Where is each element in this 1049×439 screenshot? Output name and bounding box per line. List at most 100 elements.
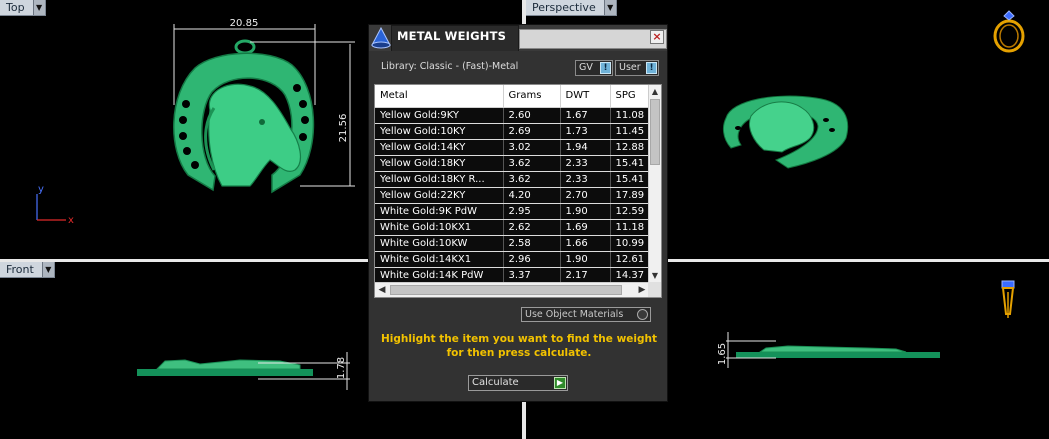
- use-object-materials-button[interactable]: Use Object Materials: [521, 307, 651, 322]
- viewport-label-text: Perspective: [532, 1, 596, 14]
- scroll-left-icon[interactable]: ◀: [375, 283, 389, 297]
- play-icon: ▶: [554, 377, 566, 389]
- column-header-dwt[interactable]: DWT: [560, 85, 611, 108]
- width-dimension: 20.85: [230, 18, 259, 29]
- info-icon: !: [646, 62, 657, 74]
- front-relief: [155, 359, 301, 370]
- scroll-thumb[interactable]: [390, 285, 622, 295]
- user-toggle[interactable]: User !: [615, 60, 659, 76]
- instruction-text: Highlight the item you want to find the …: [381, 333, 657, 359]
- dialog-title: METAL WEIGHTS: [397, 29, 507, 43]
- chevron-down-icon[interactable]: ▼: [41, 262, 54, 277]
- scroll-up-icon[interactable]: ▲: [649, 85, 661, 98]
- cell-metal: White Gold:9K PdW: [375, 203, 504, 220]
- cell-grams: 2.95: [503, 203, 561, 220]
- gv-toggle[interactable]: GV !: [575, 60, 613, 76]
- column-header-metal[interactable]: Metal: [375, 85, 504, 108]
- cell-metal: White Gold:10KW: [375, 235, 504, 252]
- ring-icon[interactable]: [993, 10, 1025, 53]
- cell-dwt: 1.73: [560, 123, 611, 140]
- radio-icon[interactable]: [637, 309, 648, 320]
- cell-spg: 12.61: [610, 251, 651, 268]
- scroll-right-icon[interactable]: ▶: [635, 283, 649, 297]
- cell-grams: 3.62: [503, 171, 561, 188]
- table-row[interactable]: White Gold:10KX1 2.62 1.69 11.18: [375, 219, 651, 236]
- viewport-label-perspective[interactable]: Perspective ▼: [526, 0, 617, 16]
- chevron-down-icon[interactable]: ▼: [32, 0, 45, 15]
- cell-dwt: 2.33: [560, 171, 611, 188]
- axis-y-label: y: [38, 184, 44, 195]
- cell-grams: 3.02: [503, 139, 561, 156]
- cell-metal: White Gold:14KX1: [375, 251, 504, 268]
- table-row[interactable]: Yellow Gold:9KY 2.60 1.67 11.08: [375, 107, 651, 124]
- table-row[interactable]: Yellow Gold:18KY 3.62 2.33 15.41: [375, 155, 651, 172]
- cell-metal: White Gold:14K PdW: [375, 267, 504, 284]
- cell-dwt: 1.69: [560, 219, 611, 236]
- table-row[interactable]: White Gold:10KW 2.58 1.66 10.99: [375, 235, 651, 252]
- matrix-logo-icon: [371, 26, 391, 49]
- cell-grams: 2.58: [503, 235, 561, 252]
- pendant-bail: [234, 39, 256, 55]
- calculate-button[interactable]: Calculate ▶: [468, 375, 568, 391]
- cell-spg: 10.99: [610, 235, 651, 252]
- cell-dwt: 1.90: [560, 251, 611, 268]
- cell-spg: 11.45: [610, 123, 651, 140]
- cell-metal: Yellow Gold:18KY R...: [375, 171, 504, 188]
- cell-metal: Yellow Gold:22KY: [375, 187, 504, 204]
- cell-metal: Yellow Gold:10KY: [375, 123, 504, 140]
- table-row[interactable]: Yellow Gold:22KY 4.20 2.70 17.89: [375, 187, 651, 204]
- table-header-row: Metal Grams DWT SPG: [375, 85, 651, 108]
- front-base-plate: [137, 369, 313, 376]
- cell-spg: 17.89: [610, 187, 651, 204]
- scroll-down-icon[interactable]: ▼: [649, 269, 661, 282]
- cell-grams: 3.37: [503, 267, 561, 284]
- cell-grams: 3.62: [503, 155, 561, 172]
- cell-grams: 2.96: [503, 251, 561, 268]
- cell-spg: 15.41: [610, 155, 651, 172]
- right-relief: [758, 345, 907, 353]
- gv-label: GV: [579, 62, 593, 73]
- metal-weights-dialog: METAL WEIGHTS × Library: Classic - (Fast…: [368, 24, 668, 402]
- vertical-scrollbar[interactable]: ▲ ▼: [648, 85, 661, 282]
- cell-spg: 11.18: [610, 219, 651, 236]
- viewport-label-text: Front: [6, 263, 34, 276]
- metal-weights-table[interactable]: Metal Grams DWT SPG Yellow Gold:9KY 2.60 1…: [374, 84, 662, 298]
- table-row[interactable]: White Gold:9K PdW 2.95 1.90 12.59: [375, 203, 651, 220]
- column-header-spg[interactable]: SPG: [610, 85, 651, 108]
- user-label: User: [619, 62, 641, 73]
- cell-spg: 11.08: [610, 107, 651, 124]
- table-row[interactable]: White Gold:14K PdW 3.37 2.17 14.37: [375, 267, 651, 284]
- close-button[interactable]: ×: [650, 30, 664, 44]
- horizontal-scrollbar[interactable]: ◀ ▶: [375, 282, 649, 297]
- viewport-label-text: Top: [6, 1, 25, 14]
- table-row[interactable]: White Gold:14KX1 2.96 1.90 12.61: [375, 251, 651, 268]
- cell-spg: 15.41: [610, 171, 651, 188]
- right-base-plate: [736, 352, 940, 358]
- cell-dwt: 2.33: [560, 155, 611, 172]
- axis-x-label: x: [68, 215, 74, 226]
- info-icon: !: [600, 62, 611, 74]
- table-row[interactable]: Yellow Gold:18KY R... 3.62 2.33 15.41: [375, 171, 651, 188]
- dialog-title-bar[interactable]: METAL WEIGHTS ×: [369, 25, 667, 51]
- column-header-grams[interactable]: Grams: [503, 85, 561, 108]
- cell-dwt: 2.70: [560, 187, 611, 204]
- cell-dwt: 1.66: [560, 235, 611, 252]
- scroll-thumb[interactable]: [650, 99, 660, 165]
- table-row[interactable]: Yellow Gold:14KY 3.02 1.94 12.88: [375, 139, 651, 156]
- cell-grams: 4.20: [503, 187, 561, 204]
- cell-grams: 2.60: [503, 107, 561, 124]
- cell-dwt: 1.67: [560, 107, 611, 124]
- pendant-icon[interactable]: [1001, 280, 1015, 318]
- front-thickness-dimension: 1.78: [336, 357, 347, 379]
- cell-grams: 2.69: [503, 123, 561, 140]
- table-row[interactable]: Yellow Gold:10KY 2.69 1.73 11.45: [375, 123, 651, 140]
- calculate-label: Calculate: [472, 377, 519, 388]
- cell-spg: 12.88: [610, 139, 651, 156]
- cell-spg: 12.59: [610, 203, 651, 220]
- cell-dwt: 2.17: [560, 267, 611, 284]
- viewport-label-top[interactable]: Top ▼: [0, 0, 46, 16]
- cell-grams: 2.62: [503, 219, 561, 236]
- cell-dwt: 1.94: [560, 139, 611, 156]
- chevron-down-icon[interactable]: ▼: [603, 0, 616, 15]
- viewport-label-front[interactable]: Front ▼: [0, 262, 55, 278]
